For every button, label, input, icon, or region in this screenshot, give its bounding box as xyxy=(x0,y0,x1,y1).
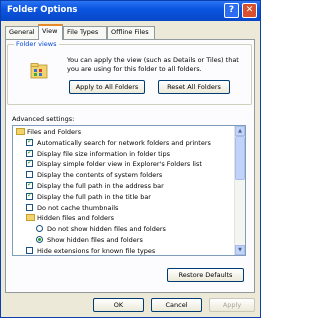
tab-general[interactable]: General xyxy=(5,26,39,39)
settings-row-label: Display the contents of system folders xyxy=(37,171,163,180)
advanced-settings-label: Advanced settings: xyxy=(12,115,75,123)
advanced-settings-list[interactable]: Files and Folders Automatically search fo… xyxy=(12,125,246,256)
help-button[interactable]: ? xyxy=(224,3,239,18)
checkbox-icon[interactable] xyxy=(26,137,33,146)
folder-views-description: You can apply the view (such as Details … xyxy=(67,56,239,73)
checkbox-icon[interactable] xyxy=(26,171,33,179)
settings-row-label: Display file size information in folder … xyxy=(37,149,171,158)
settings-row-label: Do not show hidden files and folders xyxy=(47,225,166,234)
scroll-up-icon[interactable]: ▲ xyxy=(235,126,245,136)
radio-button-icon[interactable] xyxy=(36,236,43,243)
settings-row-label: Hidden files and folders xyxy=(37,214,115,223)
settings-row-label: Do not cache thumbnails xyxy=(37,203,119,212)
apply-button[interactable]: Apply xyxy=(209,298,255,312)
settings-row-label: Files and Folders xyxy=(27,128,82,136)
scrollbar-thumb[interactable] xyxy=(235,136,245,180)
checkbox-icon[interactable] xyxy=(26,148,33,157)
settings-row-label: Show hidden files and folders xyxy=(47,236,143,244)
folder-views-icon xyxy=(30,63,48,79)
reset-all-folders-button[interactable]: Reset All Folders xyxy=(158,80,230,94)
vertical-scrollbar[interactable]: ▲ ▼ xyxy=(234,126,245,255)
restore-defaults-button[interactable]: Restore Defaults xyxy=(167,268,244,282)
folder-icon xyxy=(16,128,25,135)
close-button[interactable]: ✕ xyxy=(242,3,257,18)
checkbox-icon[interactable] xyxy=(26,180,33,189)
scroll-down-icon[interactable]: ▼ xyxy=(235,245,245,255)
cancel-button[interactable]: Cancel xyxy=(151,298,202,312)
folder-views-label: Folder views xyxy=(14,40,59,48)
radio-button-icon[interactable] xyxy=(36,225,43,233)
checkbox-icon[interactable] xyxy=(26,158,33,168)
settings-row-label: Hide extensions for known file types xyxy=(37,246,156,255)
settings-row-label: Display simple folder view in Explorer's… xyxy=(37,160,202,169)
settings-row-label: Automatically search for network folders… xyxy=(37,138,211,147)
settings-row-label: Display the full path in the address bar xyxy=(37,182,164,190)
tab-offline-files[interactable]: Offline Files xyxy=(107,26,155,39)
tab-view[interactable]: View xyxy=(38,24,63,40)
checkbox-icon[interactable] xyxy=(26,191,33,200)
window-title: Folder Options xyxy=(7,5,78,15)
checkbox-icon[interactable] xyxy=(26,246,33,254)
title-bar[interactable]: Folder Options ? ✕ xyxy=(1,1,260,21)
ok-button[interactable]: OK xyxy=(93,298,144,312)
folder-icon xyxy=(26,214,35,222)
tab-file-types[interactable]: File Types xyxy=(63,26,107,39)
checkbox-icon[interactable] xyxy=(26,203,33,211)
settings-row-label: Display the full path in the title bar xyxy=(37,192,151,201)
apply-to-all-folders-button[interactable]: Apply to All Folders xyxy=(69,80,145,94)
